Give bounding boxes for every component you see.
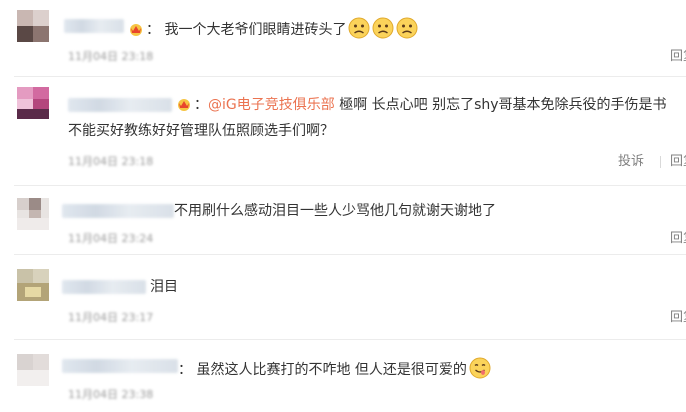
comment-item: ：@iG电子竞技俱乐部 極啊 长点心吧 别忘了shy哥基本免除兵役的手伤是书 不…	[0, 77, 686, 185]
reply-button[interactable]: 回复	[670, 231, 686, 247]
reply-button[interactable]: 回复	[670, 49, 686, 65]
username[interactable]	[64, 19, 124, 33]
comment-item: ： 虽然这人比赛打的不咋地 但人还是很可爱的 11月04日 23:38	[0, 340, 686, 412]
timestamp: 11月04日 23:18	[68, 50, 154, 63]
reply-button[interactable]: 回复	[670, 310, 686, 326]
timestamp: 11月04日 23:17	[68, 311, 154, 324]
username[interactable]	[62, 204, 174, 218]
reply-button[interactable]: 回复	[670, 154, 686, 170]
yum-face-icon	[469, 357, 491, 379]
sad-face-icon	[348, 17, 370, 39]
timestamp: 11月04日 23:18	[68, 155, 154, 168]
comment-text: 泪目	[150, 279, 178, 295]
mention-link[interactable]: @iG电子竞技俱乐部	[208, 97, 335, 113]
username[interactable]	[68, 98, 172, 112]
username[interactable]	[62, 359, 178, 373]
avatar[interactable]	[17, 354, 49, 386]
timestamp: 11月04日 23:24	[68, 232, 154, 245]
avatar[interactable]	[17, 198, 49, 230]
vip-crown-icon	[178, 99, 190, 111]
action-separator	[660, 156, 661, 168]
comment-item: ： 我一个大老爷们眼睛进砖头了 11月04日 23:18 回复	[0, 0, 686, 76]
comment-item: 不用刷什么感动泪目一些人少骂他几句就谢天谢地了 11月04日 23:24 回复	[0, 186, 686, 254]
avatar[interactable]	[17, 269, 49, 301]
avatar[interactable]	[17, 10, 49, 42]
comment-text: ：@iG电子竞技俱乐部 極啊 长点心吧 别忘了shy哥基本免除兵役的手伤是书	[176, 96, 667, 114]
comment-item: 泪目 11月04日 23:17 回复	[0, 255, 686, 339]
comment-text: ： 我一个大老爷们眼睛进砖头了	[128, 17, 418, 39]
sad-face-icon	[372, 17, 394, 39]
avatar[interactable]	[17, 87, 49, 119]
timestamp: 11月04日 23:38	[68, 388, 154, 401]
report-button[interactable]: 投诉	[618, 154, 644, 170]
comment-text: ： 虽然这人比赛打的不咋地 但人还是很可爱的	[178, 357, 491, 379]
vip-crown-icon	[130, 24, 142, 36]
comment-text-continued: 不能买好教练好好管理队伍照顾选手们啊？	[68, 123, 334, 139]
sad-face-icon	[396, 17, 418, 39]
comment-text: 不用刷什么感动泪目一些人少骂他几句就谢天谢地了	[174, 203, 496, 219]
username[interactable]	[62, 280, 146, 294]
